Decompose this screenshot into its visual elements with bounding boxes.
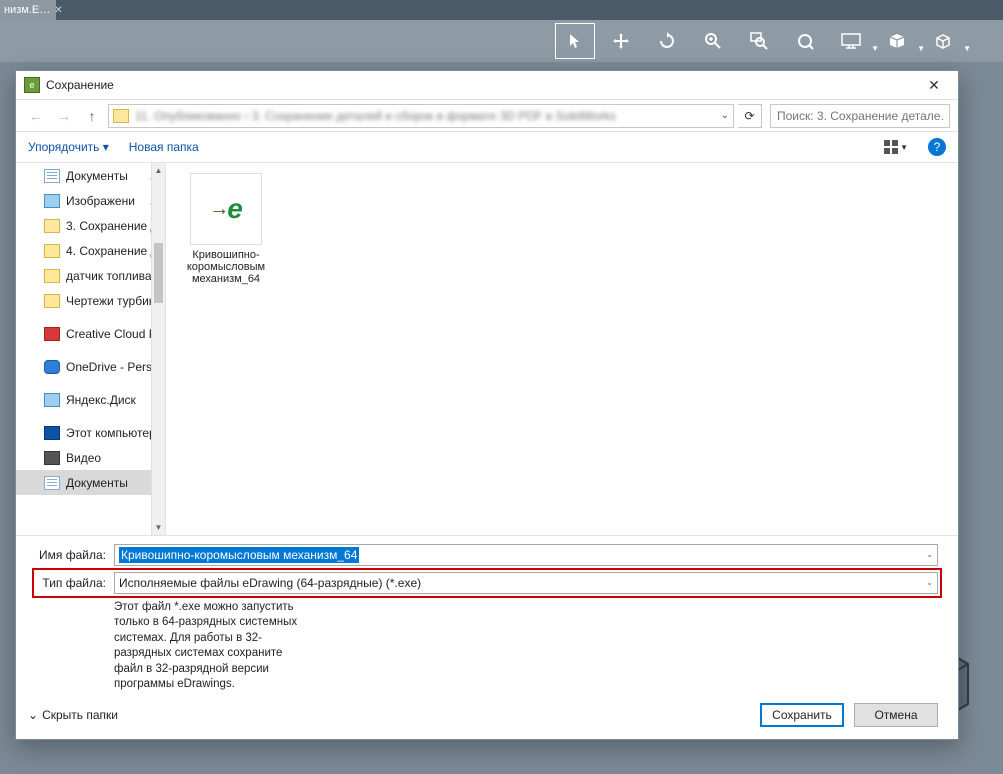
- hide-folders-label: Скрыть папки: [42, 708, 118, 722]
- tree-item-label: 4. Сохранение д: [66, 244, 158, 258]
- tree-item-label: Документы: [66, 169, 128, 183]
- filetype-value: Исполняемые файлы eDrawing (64-разрядные…: [119, 576, 421, 590]
- scroll-up-button[interactable]: ▲: [152, 163, 165, 177]
- nav-refresh-button[interactable]: ⟳: [738, 104, 762, 128]
- filename-input-wrapper[interactable]: Кривошипно-коромысловым механизм_64 ⌄: [114, 544, 938, 566]
- help-button[interactable]: ?: [928, 138, 946, 156]
- folder-icon: [44, 269, 60, 283]
- folder-icon: [44, 244, 60, 258]
- scroll-thumb[interactable]: [154, 243, 163, 303]
- tree-item[interactable]: датчик топлива: [16, 263, 165, 288]
- dialog-close-button[interactable]: ✕: [918, 73, 950, 97]
- nav-up-button[interactable]: ↑: [80, 104, 104, 128]
- nav-forward-button[interactable]: →: [52, 104, 76, 128]
- tree-item[interactable]: 4. Сохранение д: [16, 238, 165, 263]
- tree-item[interactable]: Чертежи турбин: [16, 288, 165, 313]
- zoom-area-tool-button[interactable]: [739, 23, 779, 59]
- cc-icon: [44, 327, 60, 341]
- scroll-down-button[interactable]: ▼: [152, 521, 165, 535]
- search-input[interactable]: [770, 104, 950, 128]
- filetype-combo[interactable]: Исполняемые файлы eDrawing (64-разрядные…: [114, 572, 938, 594]
- zoom-tool-button[interactable]: [693, 23, 733, 59]
- folder-icon: [44, 219, 60, 233]
- tree-item-label: Документы: [66, 476, 128, 490]
- filetype-note: Этот файл *.exe можно запустить только в…: [114, 600, 304, 693]
- tree-item-label: Чертежи турбин: [66, 294, 155, 308]
- chevron-down-icon[interactable]: ⌄: [926, 578, 933, 587]
- tree-item-label: Видео: [66, 451, 101, 465]
- file-name-label: Кривошипно-коромысловым механизм_64: [176, 249, 276, 285]
- app-icon: e: [24, 77, 40, 93]
- tree-item-label: датчик топлива: [66, 269, 152, 283]
- refresh-tool-button[interactable]: [647, 23, 687, 59]
- filename-dropdown-icon[interactable]: ⌄: [926, 550, 933, 559]
- doc-icon: [44, 476, 60, 490]
- close-tab-icon[interactable]: ✕: [54, 5, 62, 16]
- edrawings-file-icon: →e: [190, 173, 262, 245]
- app-tab-label: низм.E…: [4, 4, 50, 16]
- tree-item-label: Этот компьютер: [66, 426, 156, 440]
- dialog-footer: Имя файла: Кривошипно-коромысловым механ…: [16, 536, 958, 739]
- filename-label: Имя файла:: [36, 548, 106, 562]
- nav-bar: ← → ↑ 11. Опубликованно › 3. Сохранение …: [16, 99, 958, 131]
- organize-button[interactable]: Упорядочить ▾: [28, 140, 109, 154]
- filename-input-value: Кривошипно-коромысловым механизм_64: [119, 547, 359, 563]
- tree-item[interactable]: Этот компьютер: [16, 420, 165, 445]
- tree-scrollbar[interactable]: ▲ ▼: [151, 163, 165, 535]
- dialog-titlebar: e Сохранение ✕: [16, 71, 958, 99]
- nav-back-button[interactable]: ←: [24, 104, 48, 128]
- tree-item[interactable]: 3. Сохранение д: [16, 213, 165, 238]
- tree-item[interactable]: OneDrive - Person: [16, 354, 165, 379]
- tree-item-label: Изображени: [66, 194, 135, 208]
- tree-item[interactable]: Creative Cloud Fil: [16, 321, 165, 346]
- cancel-button[interactable]: Отмена: [854, 703, 938, 727]
- tree-item[interactable]: Документы📌: [16, 163, 165, 188]
- folder-tree: Документы📌Изображени📌 3. Сохранение д 4. С…: [16, 163, 166, 535]
- address-path-text: 11. Опубликованно › 3. Сохранение детале…: [135, 109, 616, 123]
- view-cube-tool-button[interactable]: ▼: [923, 23, 963, 59]
- tree-item[interactable]: Видео: [16, 445, 165, 470]
- display-tool-button[interactable]: ▼: [831, 23, 871, 59]
- move-tool-button[interactable]: [601, 23, 641, 59]
- tree-item[interactable]: Изображени📌: [16, 188, 165, 213]
- dialog-title-text: Сохранение: [46, 78, 114, 92]
- hide-folders-toggle[interactable]: ⌄ Скрыть папки: [28, 708, 118, 722]
- folder-icon: [113, 109, 129, 123]
- new-folder-button[interactable]: Новая папка: [129, 140, 199, 154]
- app-toolbar: ▼ ▼ ▼: [0, 20, 1003, 62]
- chevron-down-icon: ⌄: [28, 708, 38, 722]
- tree-item[interactable]: Яндекс.Диск: [16, 387, 165, 412]
- vid-icon: [44, 451, 60, 465]
- file-list[interactable]: →e Кривошипно-коромысловым механизм_64: [166, 163, 958, 535]
- save-dialog: e Сохранение ✕ ← → ↑ 11. Опубликованно ›…: [15, 70, 959, 740]
- filetype-highlight: Тип файла: Исполняемые файлы eDrawing (6…: [32, 568, 942, 598]
- app-tab[interactable]: низм.E… ✕: [0, 0, 56, 20]
- pc-icon: [44, 426, 60, 440]
- address-dropdown-icon[interactable]: ⌄: [721, 110, 729, 121]
- doc-icon: [44, 169, 60, 183]
- filetype-label: Тип файла:: [36, 576, 106, 590]
- command-bar: Упорядочить ▾ Новая папка ▼ ?: [16, 131, 958, 163]
- cursor-tool-button[interactable]: [555, 23, 595, 59]
- img-icon: [44, 393, 60, 407]
- package-tool-button[interactable]: ▼: [877, 23, 917, 59]
- zoom-fit-tool-button[interactable]: [785, 23, 825, 59]
- img-icon: [44, 194, 60, 208]
- tree-item[interactable]: Документы: [16, 470, 165, 495]
- view-mode-button[interactable]: ▼: [884, 140, 908, 154]
- folder-icon: [44, 294, 60, 308]
- address-bar[interactable]: 11. Опубликованно › 3. Сохранение детале…: [108, 104, 734, 128]
- app-tabstrip: [0, 0, 1003, 20]
- cloud-icon: [44, 360, 60, 374]
- save-button[interactable]: Сохранить: [760, 703, 844, 727]
- file-item[interactable]: →e Кривошипно-коромысловым механизм_64: [176, 173, 276, 285]
- tree-item-label: 3. Сохранение д: [66, 219, 158, 233]
- tree-item-label: Creative Cloud Fil: [66, 327, 161, 341]
- tree-item-label: Яндекс.Диск: [66, 393, 136, 407]
